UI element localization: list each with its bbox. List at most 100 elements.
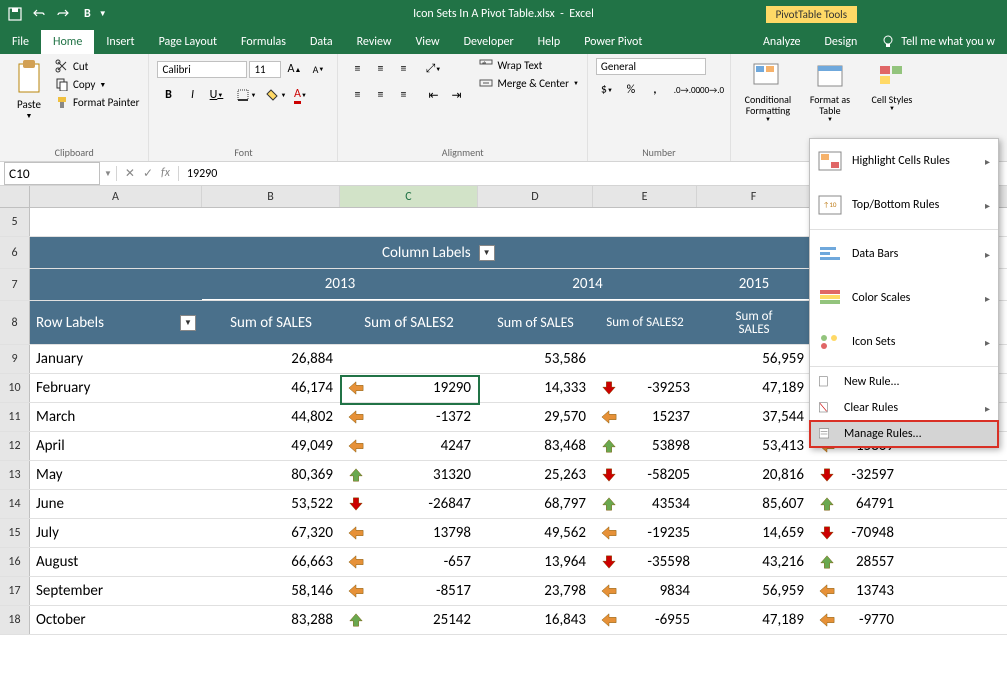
font-color-button[interactable]: A▼	[289, 84, 311, 106]
trend-arrow-icon	[817, 612, 837, 628]
currency-button[interactable]: $▼	[596, 79, 618, 101]
trend-arrow-icon	[346, 351, 366, 367]
col-header-C[interactable]: C	[340, 186, 478, 207]
table-row[interactable]: 14June53,522-2684768,7974353485,60764791	[0, 490, 1007, 519]
redo-icon[interactable]	[54, 5, 72, 23]
copy-button[interactable]: Copy ▼	[54, 76, 140, 92]
align-left-icon[interactable]: ≡	[346, 84, 368, 106]
clear-rules-icon	[818, 401, 834, 415]
tell-me[interactable]: Tell me what you w	[869, 30, 1007, 54]
cf-color-scales[interactable]: Color Scales▸	[810, 276, 998, 320]
trend-arrow-icon	[346, 583, 366, 599]
merge-center-button[interactable]: Merge & Center ▼	[479, 76, 578, 90]
font-name-select[interactable]	[157, 61, 247, 78]
table-row[interactable]: 18October83,2882514216,843-695547,189-97…	[0, 606, 1007, 635]
wrap-text-button[interactable]: abWrap Text	[479, 58, 578, 72]
trend-arrow-icon	[599, 438, 619, 454]
save-icon[interactable]	[6, 5, 24, 23]
decrease-indent-icon[interactable]: ⇤	[422, 84, 444, 106]
underline-button[interactable]: U ▼	[205, 84, 227, 106]
tab-file[interactable]: File	[0, 30, 41, 54]
col-header-D[interactable]: D	[478, 186, 593, 207]
align-bottom-icon[interactable]: ≡	[392, 58, 414, 80]
scissors-icon	[55, 59, 69, 73]
contextual-tab-label: PivotTable Tools	[766, 6, 857, 23]
tab-view[interactable]: View	[404, 30, 452, 54]
percent-button[interactable]: %	[620, 79, 642, 101]
trend-arrow-icon	[346, 554, 366, 570]
conditional-formatting-button[interactable]: Conditional Formatting ▼	[739, 58, 797, 123]
increase-decimal-icon[interactable]: .0→.00	[676, 79, 698, 101]
tab-help[interactable]: Help	[526, 30, 573, 54]
fx-icon[interactable]: fx	[161, 166, 170, 181]
tab-power-pivot[interactable]: Power Pivot	[572, 30, 654, 54]
tab-formulas[interactable]: Formulas	[229, 30, 298, 54]
align-center-icon[interactable]: ≡	[369, 84, 391, 106]
cf-new-rule[interactable]: New Rule...	[810, 369, 998, 395]
row-labels-filter-icon[interactable]: ▼	[180, 315, 196, 331]
cf-top-bottom[interactable]: ↑10 Top/Bottom Rules▸	[810, 183, 998, 227]
col-header-F[interactable]: F	[697, 186, 811, 207]
comma-button[interactable]: ,	[644, 79, 666, 101]
cf-clear-rules[interactable]: Clear Rules▸	[810, 395, 998, 421]
bold-button[interactable]: B	[157, 84, 179, 106]
table-row[interactable]: 17September58,146-851723,798983456,95913…	[0, 577, 1007, 606]
group-alignment: ≡ ≡ ≡ ⤢▼ ≡ ≡ ≡ ⇤ ⇥ abWrap Text Merge & C…	[338, 54, 587, 161]
col-header-A[interactable]: A	[30, 186, 202, 207]
align-middle-icon[interactable]: ≡	[369, 58, 391, 80]
table-row[interactable]: 13May80,3693132025,263-5820520,816-32597	[0, 461, 1007, 490]
trend-arrow-icon	[346, 612, 366, 628]
fill-color-button[interactable]: ▼	[265, 84, 287, 106]
col-header-B[interactable]: B	[202, 186, 340, 207]
format-as-table-button[interactable]: Format as Table ▼	[801, 58, 859, 123]
trend-arrow-icon	[599, 380, 619, 396]
number-format-select[interactable]	[596, 58, 706, 75]
decrease-decimal-icon[interactable]: .00→.0	[700, 79, 722, 101]
column-labels-filter-icon[interactable]: ▼	[479, 245, 495, 261]
qat-dropdown-icon[interactable]: ▼	[99, 9, 107, 19]
trend-arrow-icon	[817, 554, 837, 570]
tab-design[interactable]: Design	[813, 30, 870, 54]
enter-formula-icon[interactable]: ✓	[143, 166, 153, 181]
increase-font-icon[interactable]: A▲	[283, 58, 305, 80]
tab-data[interactable]: Data	[298, 30, 345, 54]
select-all-corner[interactable]	[0, 186, 30, 207]
table-row[interactable]: 16August66,663-65713,964-3559843,2162855…	[0, 548, 1007, 577]
border-button[interactable]: ▼	[235, 84, 257, 106]
tab-home[interactable]: Home	[41, 30, 94, 54]
table-row[interactable]: 15July67,3201379849,562-1923514,659-7094…	[0, 519, 1007, 548]
trend-arrow-icon	[817, 496, 837, 512]
name-box-dropdown-icon[interactable]: ▼	[104, 169, 116, 179]
undo-icon[interactable]	[30, 5, 48, 23]
cf-highlight-cells[interactable]: Highlight Cells Rules▸	[810, 139, 998, 183]
cf-manage-rules[interactable]: Manage Rules...	[809, 420, 999, 448]
cf-data-bars[interactable]: Data Bars▸	[810, 232, 998, 276]
name-box[interactable]	[4, 162, 100, 185]
paste-button[interactable]: Paste ▼	[8, 58, 50, 120]
align-right-icon[interactable]: ≡	[392, 84, 414, 106]
trend-arrow-icon	[599, 496, 619, 512]
tab-insert[interactable]: Insert	[94, 30, 146, 54]
format-table-icon	[814, 60, 846, 92]
svg-text:↑10: ↑10	[823, 200, 837, 209]
tab-page-layout[interactable]: Page Layout	[147, 30, 229, 54]
increase-indent-icon[interactable]: ⇥	[445, 84, 467, 106]
italic-button[interactable]: I	[181, 84, 203, 106]
format-painter-button[interactable]: Format Painter	[54, 94, 140, 110]
trend-arrow-icon	[346, 496, 366, 512]
tab-review[interactable]: Review	[345, 30, 404, 54]
col-header-E[interactable]: E	[593, 186, 697, 207]
cell-styles-button[interactable]: Cell Styles ▼	[863, 58, 921, 112]
font-size-select[interactable]	[249, 61, 281, 78]
tab-analyze[interactable]: Analyze	[751, 30, 813, 54]
conditional-formatting-icon	[752, 60, 784, 92]
decrease-font-icon[interactable]: A▼	[307, 58, 329, 80]
orientation-icon[interactable]: ⤢▼	[422, 58, 444, 80]
cancel-formula-icon[interactable]: ✕	[125, 166, 135, 181]
tab-developer[interactable]: Developer	[452, 30, 526, 54]
cf-icon-sets[interactable]: Icon Sets▸	[810, 320, 998, 364]
qat-bold[interactable]: B	[84, 7, 91, 21]
align-top-icon[interactable]: ≡	[346, 58, 368, 80]
trend-arrow-icon	[817, 525, 837, 541]
cut-button[interactable]: Cut	[54, 58, 140, 74]
